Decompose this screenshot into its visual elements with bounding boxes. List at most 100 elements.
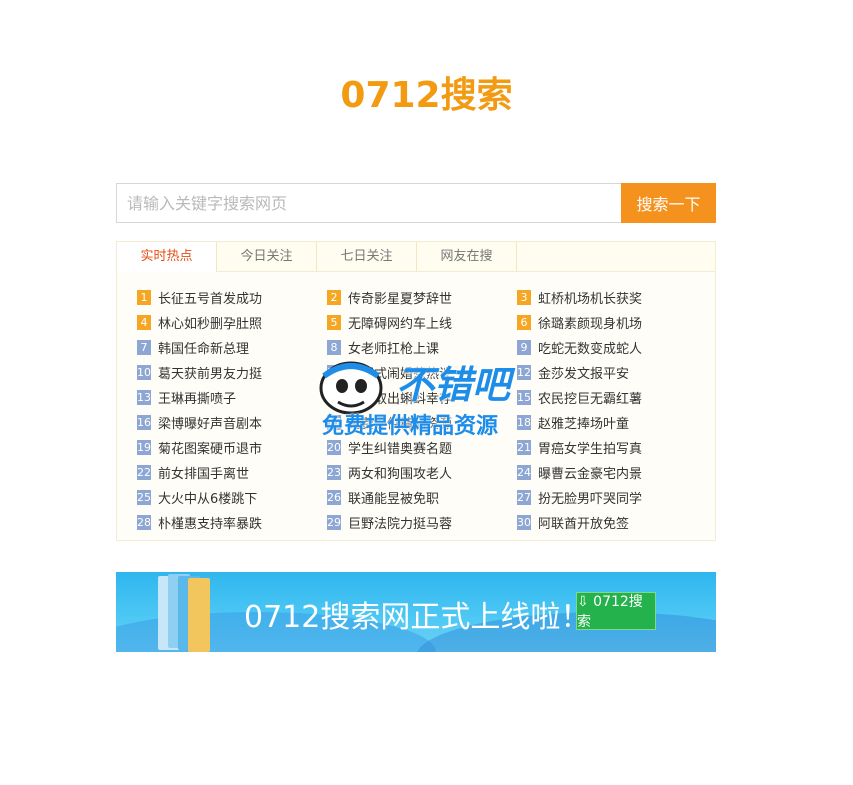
hot-item[interactable]: 25 大火中从6楼跳下 bbox=[137, 487, 317, 507]
hot-rank-badge: 6 bbox=[517, 314, 531, 330]
hot-item[interactable]: 22 前女排国手离世 bbox=[137, 462, 317, 482]
hot-item-title[interactable]: 巨野法院力挺马蓉 bbox=[348, 513, 452, 532]
hot-item-title[interactable]: 农民挖巨无霸红薯 bbox=[538, 388, 642, 407]
hot-item-title[interactable]: 阿联酋开放免签 bbox=[538, 513, 629, 532]
hot-item[interactable]: 21 胃癌女学生拍写真 bbox=[517, 437, 697, 457]
hot-item-title[interactable]: 曝曹云金豪宅内景 bbox=[538, 463, 642, 482]
hot-item[interactable]: 17 免费提供精品资源 bbox=[327, 412, 507, 432]
site-logo[interactable]: 0712搜索 bbox=[0, 66, 853, 118]
hot-rank-badge: 11 bbox=[327, 364, 341, 380]
banner-download-button[interactable]: ⇩ 0712搜索 bbox=[576, 592, 656, 630]
hot-item-title[interactable]: 菊花图案硬币退市 bbox=[158, 438, 262, 457]
hot-rank-badge: 28 bbox=[137, 514, 151, 530]
hot-rank-badge: 8 bbox=[327, 339, 341, 355]
hot-item-title[interactable]: 梁博曝好声音剧本 bbox=[158, 413, 262, 432]
hot-item-title[interactable]: 葛天获前男友力挺 bbox=[158, 363, 262, 382]
hot-rank-badge: 16 bbox=[137, 414, 151, 430]
hot-item[interactable]: 11 中国式闹婚惹热议 bbox=[327, 362, 507, 382]
hot-item-title[interactable]: 扮无脸男吓哭同学 bbox=[538, 488, 642, 507]
hot-item-title[interactable]: 免费提供精品资源 bbox=[348, 413, 452, 432]
hot-rank-badge: 27 bbox=[517, 489, 531, 505]
hot-item[interactable]: 7 韩国任命新总理 bbox=[137, 337, 317, 357]
hot-item[interactable]: 10 葛天获前男友力挺 bbox=[137, 362, 317, 382]
hot-topics-panel: 实时热点 今日关注 七日关注 网友在搜 1 长征五号首发成功 2 传奇影星夏梦辞世 3 虹… bbox=[116, 241, 716, 541]
hot-item[interactable]: 30 阿联酋开放免签 bbox=[517, 512, 697, 532]
hot-item[interactable]: 5 无障碍网约车上线 bbox=[327, 312, 507, 332]
hot-item-title[interactable]: 联通能昱被免职 bbox=[348, 488, 439, 507]
search-input[interactable] bbox=[116, 183, 621, 223]
hot-item-title[interactable]: 长征五号首发成功 bbox=[158, 288, 262, 307]
promo-banner[interactable]: 0712搜索网正式上线啦！！！ ⇩ 0712搜索 bbox=[116, 572, 716, 652]
hot-item[interactable]: 18 赵雅芝捧场叶童 bbox=[517, 412, 697, 432]
tab-seven-day-focus[interactable]: 七日关注 bbox=[317, 242, 417, 271]
hot-item[interactable]: 28 朴槿惠支持率暴跌 bbox=[137, 512, 317, 532]
hot-item-title[interactable]: 朴槿惠支持率暴跌 bbox=[158, 513, 262, 532]
hot-item[interactable]: 6 徐璐素颜现身机场 bbox=[517, 312, 697, 332]
hot-item[interactable]: 19 菊花图案硬币退市 bbox=[137, 437, 317, 457]
hot-rank-badge: 29 bbox=[327, 514, 341, 530]
hot-item[interactable]: 9 吃蛇无数变成蛇人 bbox=[517, 337, 697, 357]
hot-item[interactable]: 27 扮无脸男吓哭同学 bbox=[517, 487, 697, 507]
hot-item-title[interactable]: 胃癌女学生拍写真 bbox=[538, 438, 642, 457]
hot-rank-badge: 25 bbox=[137, 489, 151, 505]
hot-item[interactable]: 12 金莎发文报平安 bbox=[517, 362, 697, 382]
hot-rank-badge: 21 bbox=[517, 439, 531, 455]
hot-item[interactable]: 14 母手取出蝌蚪幸存 bbox=[327, 387, 507, 407]
hot-rank-badge: 9 bbox=[517, 339, 531, 355]
hot-item[interactable]: 2 传奇影星夏梦辞世 bbox=[327, 287, 507, 307]
hot-item-title[interactable]: 母手取出蝌蚪幸存 bbox=[348, 388, 452, 407]
hot-item-title[interactable]: 林心如秒删孕肚照 bbox=[158, 313, 262, 332]
hot-rank-badge: 14 bbox=[327, 389, 341, 405]
hot-item[interactable]: 13 王琳再撕喷子 bbox=[137, 387, 317, 407]
hot-item-title[interactable]: 学生纠错奥赛名题 bbox=[348, 438, 452, 457]
hot-item-title[interactable]: 赵雅芝捧场叶童 bbox=[538, 413, 629, 432]
hot-item-title[interactable]: 前女排国手离世 bbox=[158, 463, 249, 482]
hot-item-title[interactable]: 韩国任命新总理 bbox=[158, 338, 249, 357]
hot-rank-badge: 2 bbox=[327, 289, 341, 305]
hot-item-title[interactable]: 徐璐素颜现身机场 bbox=[538, 313, 642, 332]
tab-users-searching[interactable]: 网友在搜 bbox=[417, 242, 517, 271]
hot-item[interactable]: 29 巨野法院力挺马蓉 bbox=[327, 512, 507, 532]
hot-item-title[interactable]: 王琳再撕喷子 bbox=[158, 388, 236, 407]
hot-item[interactable]: 23 两女和狗围攻老人 bbox=[327, 462, 507, 482]
hot-item[interactable]: 26 联通能昱被免职 bbox=[327, 487, 507, 507]
hot-rank-badge: 19 bbox=[137, 439, 151, 455]
hot-item-title[interactable]: 虹桥机场机长获奖 bbox=[538, 288, 642, 307]
search-bar: 搜索一下 bbox=[116, 183, 716, 223]
tab-realtime-hot[interactable]: 实时热点 bbox=[117, 242, 217, 272]
hot-item[interactable]: 20 学生纠错奥赛名题 bbox=[327, 437, 507, 457]
hot-rank-badge: 10 bbox=[137, 364, 151, 380]
search-button[interactable]: 搜索一下 bbox=[621, 183, 716, 223]
hot-rank-badge: 5 bbox=[327, 314, 341, 330]
hot-item-title[interactable]: 女老师扛枪上课 bbox=[348, 338, 439, 357]
banner-card bbox=[188, 578, 210, 652]
hot-rank-badge: 1 bbox=[137, 289, 151, 305]
hot-rank-badge: 22 bbox=[137, 464, 151, 480]
tab-today-focus[interactable]: 今日关注 bbox=[217, 242, 317, 271]
hot-rank-badge: 7 bbox=[137, 339, 151, 355]
hot-item[interactable]: 24 曝曹云金豪宅内景 bbox=[517, 462, 697, 482]
hot-item[interactable]: 4 林心如秒删孕肚照 bbox=[137, 312, 317, 332]
hot-rank-badge: 17 bbox=[327, 414, 341, 430]
hot-item-title[interactable]: 两女和狗围攻老人 bbox=[348, 463, 452, 482]
hot-rank-badge: 4 bbox=[137, 314, 151, 330]
hot-rank-badge: 13 bbox=[137, 389, 151, 405]
hot-item-title[interactable]: 金莎发文报平安 bbox=[538, 363, 629, 382]
hot-item[interactable]: 8 女老师扛枪上课 bbox=[327, 337, 507, 357]
hot-item[interactable]: 16 梁博曝好声音剧本 bbox=[137, 412, 317, 432]
hot-rank-badge: 15 bbox=[517, 389, 531, 405]
hot-item-title[interactable]: 吃蛇无数变成蛇人 bbox=[538, 338, 642, 357]
hot-rank-badge: 12 bbox=[517, 364, 531, 380]
hot-item-title[interactable]: 大火中从6楼跳下 bbox=[158, 488, 257, 507]
hot-item-title[interactable]: 传奇影星夏梦辞世 bbox=[348, 288, 452, 307]
hot-rank-badge: 18 bbox=[517, 414, 531, 430]
hot-rank-badge: 3 bbox=[517, 289, 531, 305]
hot-item[interactable]: 3 虹桥机场机长获奖 bbox=[517, 287, 697, 307]
hot-rank-badge: 30 bbox=[517, 514, 531, 530]
hot-rank-badge: 26 bbox=[327, 489, 341, 505]
hot-rank-badge: 23 bbox=[327, 464, 341, 480]
hot-item[interactable]: 15 农民挖巨无霸红薯 bbox=[517, 387, 697, 407]
hot-item-title[interactable]: 无障碍网约车上线 bbox=[348, 313, 452, 332]
hot-item-title[interactable]: 中国式闹婚惹热议 bbox=[348, 363, 452, 382]
hot-item[interactable]: 1 长征五号首发成功 bbox=[137, 287, 317, 307]
